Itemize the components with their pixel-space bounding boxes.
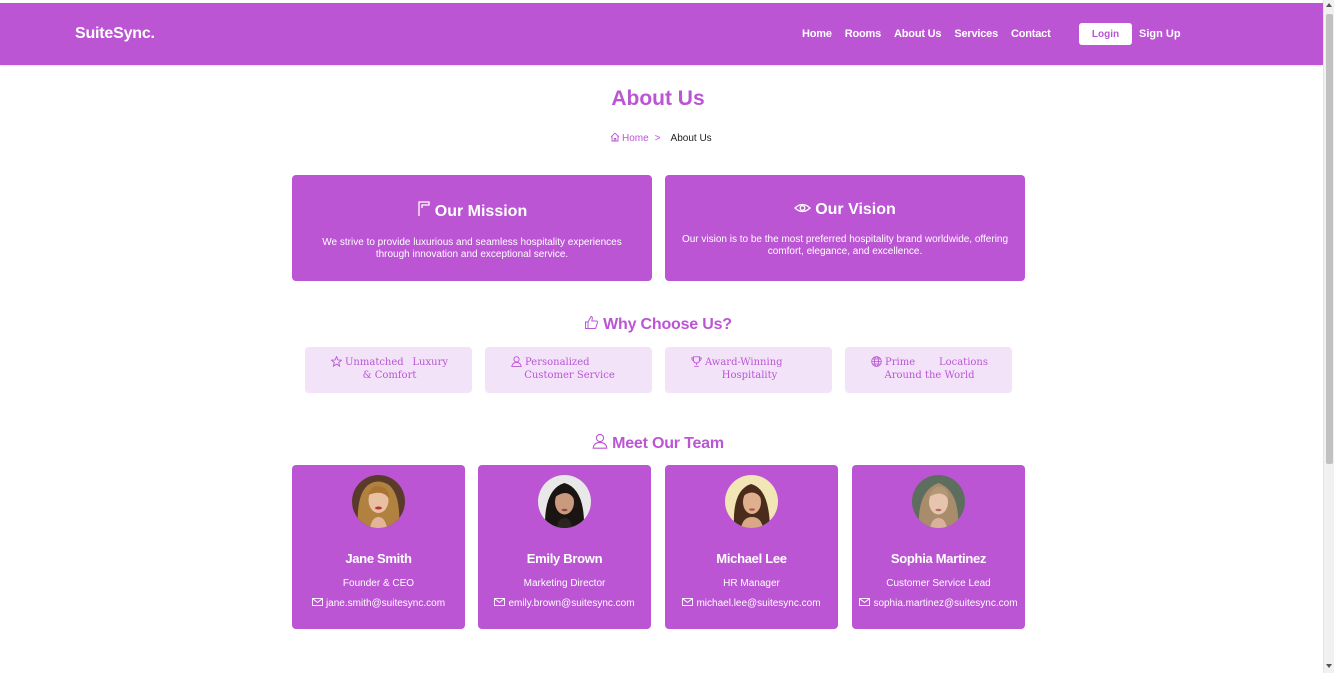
envelope-icon [312,598,323,609]
eye-icon [794,201,812,219]
trophy-icon [691,356,702,371]
member-role: Marketing Director [523,578,606,589]
brand-logo[interactable]: SuiteSync. [75,25,155,43]
person-icon [511,356,522,371]
home-icon [610,132,620,145]
globe-icon [871,356,882,371]
scroll-down-arrow-icon[interactable] [1326,664,1332,668]
navbar: SuiteSync. Home Rooms About Us Services … [0,3,1323,65]
breadcrumb-home-link[interactable]: Home [610,132,649,145]
member-email-text: jane.smith@suitesync.com [325,598,446,609]
feature-label: Prime Locations Around the World [884,357,988,381]
nav-about-us[interactable]: About Us [894,28,941,40]
vision-title-row: Our Vision [665,201,1025,219]
scroll-up-arrow-icon[interactable] [1326,3,1332,7]
envelope-icon [682,598,694,609]
member-email[interactable]: sophia.martinez@suitesync.com [852,598,1025,609]
feature-card-luxury: Unmatched Luxury & Comfort [305,347,472,393]
nav-rooms[interactable]: Rooms [845,28,881,40]
avatar [538,475,591,528]
member-email-text: michael.lee@suitesync.com [696,598,821,609]
breadcrumb-home-label: Home [622,133,649,144]
breadcrumb-separator: > [654,133,661,144]
page-title: About Us [611,87,705,110]
avatar [912,475,965,528]
why-choose-us-label: Why Choose Us? [603,316,732,333]
avatar [352,475,405,528]
nav-home[interactable]: Home [802,28,832,40]
member-role: HR Manager [723,578,780,589]
member-email-text: emily.brown@suitesync.com [508,598,635,609]
member-email[interactable]: michael.lee@suitesync.com [665,598,838,609]
member-role: Founder & CEO [342,578,415,589]
breadcrumb: Home > About Us [610,132,712,145]
vertical-scrollbar[interactable] [1323,0,1334,673]
member-email[interactable]: jane.smith@suitesync.com [292,598,465,609]
avatar [725,475,778,528]
meet-our-team-label: Meet Our Team [612,434,724,452]
member-name: Sophia Martinez [890,551,987,566]
member-name: Jane Smith [345,551,412,566]
mission-card: Our Mission We strive to provide luxurio… [292,175,652,281]
envelope-icon [859,598,871,609]
breadcrumb-current: About Us [670,133,712,144]
team-card-michael-lee: Michael Lee HR Manager michael.lee@suite… [665,465,838,629]
person-icon [592,433,608,454]
thumbs-up-icon [584,315,599,335]
vision-title: Our Vision [815,201,896,218]
mission-title: Our Mission [434,202,528,220]
meet-our-team-title: Meet Our Team [0,433,1316,454]
why-choose-us-title: Why Choose Us? [0,315,1316,335]
feature-label: Unmatched Luxury & Comfort [345,357,448,381]
team-card-sophia-martinez: Sophia Martinez Customer Service Lead so… [852,465,1025,629]
nav-menu: Home Rooms About Us Services Contact [802,28,1051,40]
mission-text: We strive to provide luxurious and seaml… [322,237,622,260]
team-card-jane-smith: Jane Smith Founder & CEO jane.smith@suit… [292,465,465,629]
nav-services[interactable]: Services [954,28,998,40]
feature-label: Award-Winning Hospitality [705,357,783,381]
member-role: Customer Service Lead [886,578,991,589]
star-icon [330,355,343,371]
feature-card-award: Award-Winning Hospitality [665,347,832,393]
vision-text: Our vision is to be the most preferred h… [681,234,1009,257]
member-name: Michael Lee [716,551,787,566]
member-email-text: sophia.martinez@suitesync.com [873,598,1018,609]
scroll-thumb[interactable] [1326,14,1333,464]
nav-contact[interactable]: Contact [1011,28,1051,40]
flag-icon [417,201,431,222]
envelope-icon [494,598,506,609]
member-name: Emily Brown [526,551,603,566]
feature-card-locations: Prime Locations Around the World [845,347,1012,393]
member-email[interactable]: emily.brown@suitesync.com [478,598,651,609]
team-card-emily-brown: Emily Brown Marketing Director emily.bro… [478,465,651,629]
login-button[interactable]: Login [1079,23,1132,45]
signup-link[interactable]: Sign Up [1139,28,1181,40]
feature-card-service: Personalized Customer Service [485,347,652,393]
vision-card: Our Vision Our vision is to be the most … [665,175,1025,281]
feature-label: Personalized Customer Service [524,357,615,381]
mission-title-row: Our Mission [292,201,652,222]
